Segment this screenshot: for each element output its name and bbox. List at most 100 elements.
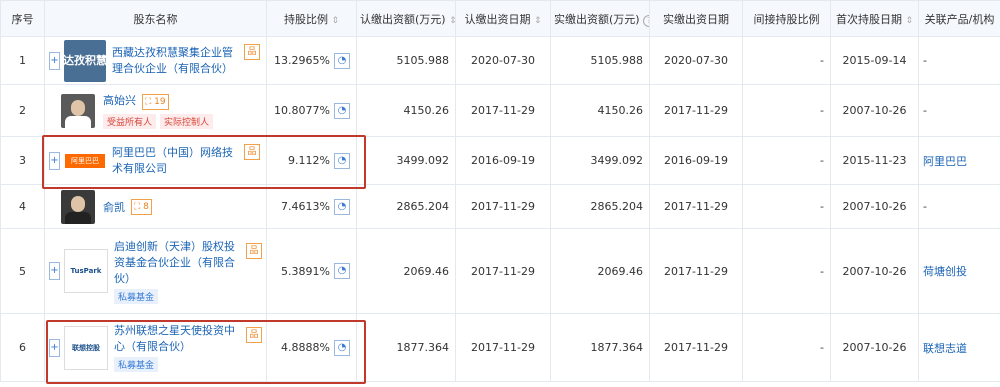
paid-amount-cell: 3499.092 <box>550 136 650 185</box>
sort-icon[interactable]: ⇕ <box>331 16 339 26</box>
expand-button[interactable]: + <box>49 262 60 280</box>
related-link[interactable]: 荷塘创投 <box>918 228 1000 314</box>
table-row: 4 俞凯 ⛶ 8 7.4613% ◔ 2865.204 2017-11-29 286… <box>0 184 1000 229</box>
sub-amount-cell: 2069.46 <box>356 228 456 314</box>
shareholder-table: 序号 股东名称 持股比例 ⇕ 认缴出资额(万元) ⇕ 认缴出资日期 ⇕ 实缴出资… <box>0 0 1000 382</box>
private-fund-tag: 私募基金 <box>114 288 159 304</box>
indirect-cell: - <box>742 184 831 229</box>
paid-amount-cell: 2069.46 <box>550 228 650 314</box>
header-paid-date[interactable]: 实缴出资日期 <box>649 0 743 37</box>
sort-icon[interactable]: ⇕ <box>534 16 542 26</box>
sub-amount-cell: 5105.988 <box>356 36 456 85</box>
row-index: 4 <box>0 184 45 229</box>
shareholder-name-link[interactable]: 阿里巴巴（中国）网络技术有限公司 <box>112 145 240 177</box>
company-logo: 阿里巴巴 <box>64 139 106 182</box>
shareholder-cell: + 阿里巴巴 阿里巴巴（中国）网络技术有限公司 品 <box>44 136 267 185</box>
paid-amount-cell: 4150.26 <box>550 84 650 137</box>
table-row: 6 + 联想控股 苏州联想之星天使投资中心（有限合伙） 私募基金 品 4.888… <box>0 313 1000 382</box>
header-sub-amount[interactable]: 认缴出资额(万元) ⇕ <box>356 0 456 37</box>
indirect-cell: - <box>742 228 831 314</box>
sub-amount-cell: 4150.26 <box>356 84 456 137</box>
sub-date-cell: 2016-09-19 <box>455 136 551 185</box>
sub-amount-cell: 2865.204 <box>356 184 456 229</box>
relation-count-badge[interactable]: ⛶ 8 <box>131 198 152 215</box>
first-date-cell: 2007-10-26 <box>830 184 919 229</box>
sort-icon[interactable]: ⇕ <box>449 16 454 26</box>
org-chart-icon[interactable]: 品 <box>246 327 262 343</box>
ratio-cell: 5.3891% ◔ <box>266 228 357 314</box>
header-name: 股东名称 <box>44 0 267 37</box>
ratio-cell: 7.4613% ◔ <box>266 184 357 229</box>
shareholder-name-link[interactable]: 高始兴 <box>103 94 136 107</box>
indirect-cell: - <box>742 84 831 137</box>
indirect-cell: - <box>742 313 831 382</box>
paid-amount-cell: 1877.364 <box>550 313 650 382</box>
avatar <box>61 93 95 128</box>
sub-amount-cell: 1877.364 <box>356 313 456 382</box>
company-logo: TusPark <box>64 249 108 293</box>
relation-count-badge[interactable]: ⛶ 19 <box>142 94 169 110</box>
expand-button[interactable]: + <box>49 51 60 70</box>
help-icon[interactable]: ? <box>643 14 649 27</box>
table-header-row: 序号 股东名称 持股比例 ⇕ 认缴出资额(万元) ⇕ 认缴出资日期 ⇕ 实缴出资… <box>0 0 1000 37</box>
pie-chart-icon[interactable]: ◔ <box>334 152 350 169</box>
shareholder-cell: + TusPark 启迪创新（天津）股权投资基金合伙企业（有限合伙） 私募基金 … <box>44 228 267 314</box>
indirect-cell: - <box>742 136 831 185</box>
beneficial-owner-badge: 受益所有人 <box>103 114 157 129</box>
shareholder-name-link[interactable]: 苏州联想之星天使投资中心（有限合伙） <box>114 323 242 355</box>
company-logo: 联想控股 <box>64 325 108 370</box>
related-link[interactable]: 阿里巴巴 <box>918 136 1000 185</box>
sub-date-cell: 2017-11-29 <box>455 84 551 137</box>
paid-date-cell: 2017-11-29 <box>649 184 743 229</box>
company-logo: 达孜积慧 <box>63 39 107 82</box>
pie-chart-icon[interactable]: ◔ <box>334 52 350 69</box>
first-date-cell: 2007-10-26 <box>830 84 919 137</box>
table-row: 3 + 阿里巴巴 阿里巴巴（中国）网络技术有限公司 品 9.112% ◔ 3499… <box>0 136 1000 185</box>
ratio-cell: 4.8888% ◔ <box>266 313 357 382</box>
paid-date-cell: 2017-11-29 <box>649 313 743 382</box>
shareholder-cell: 高始兴 ⛶ 19 受益所有人 实际控制人 <box>44 84 267 137</box>
first-date-cell: 2015-11-23 <box>830 136 919 185</box>
shareholder-cell: 俞凯 ⛶ 8 <box>44 184 267 229</box>
header-idx: 序号 <box>0 0 45 37</box>
row-index: 1 <box>0 36 45 85</box>
org-chart-icon[interactable]: 品 <box>246 242 262 259</box>
related-cell: - <box>918 84 1000 137</box>
sort-icon[interactable]: ⇕ <box>905 16 913 26</box>
org-chart-icon[interactable]: 品 <box>244 43 260 60</box>
header-sub-date[interactable]: 认缴出资日期 ⇕ <box>455 0 551 37</box>
first-date-cell: 2007-10-26 <box>830 228 919 314</box>
shareholder-name-link[interactable]: 启迪创新（天津）股权投资基金合伙企业（有限合伙） <box>114 239 242 287</box>
pie-chart-icon[interactable]: ◔ <box>334 263 350 279</box>
paid-date-cell: 2016-09-19 <box>649 136 743 185</box>
header-first-date[interactable]: 首次持股日期 ⇕ <box>830 0 919 37</box>
sub-date-cell: 2017-11-29 <box>455 228 551 314</box>
shareholder-name-link[interactable]: 俞凯 <box>103 199 125 215</box>
first-date-cell: 2007-10-26 <box>830 313 919 382</box>
first-date-cell: 2015-09-14 <box>830 36 919 85</box>
related-link[interactable]: 联想志道 <box>918 313 1000 382</box>
pie-chart-icon[interactable]: ◔ <box>334 339 350 356</box>
header-paid-amount[interactable]: 实缴出资额(万元) ? <box>550 0 650 37</box>
pie-chart-icon[interactable]: ◔ <box>334 198 350 215</box>
sub-date-cell: 2020-07-30 <box>455 36 551 85</box>
header-ratio[interactable]: 持股比例 ⇕ <box>266 0 357 37</box>
controller-badge: 实际控制人 <box>160 114 214 129</box>
org-chart-icon[interactable]: 品 <box>244 143 260 160</box>
paid-date-cell: 2017-11-29 <box>649 228 743 314</box>
shareholder-name-link[interactable]: 西藏达孜积慧聚集企业管理合伙企业（有限合伙） <box>112 45 240 77</box>
paid-amount-cell: 2865.204 <box>550 184 650 229</box>
row-index: 2 <box>0 84 45 137</box>
expand-button[interactable]: + <box>49 338 60 357</box>
pie-chart-icon[interactable]: ◔ <box>334 102 350 119</box>
row-index: 6 <box>0 313 45 382</box>
paid-date-cell: 2020-07-30 <box>649 36 743 85</box>
ratio-cell: 10.8077% ◔ <box>266 84 357 137</box>
table-row: 2 高始兴 ⛶ 19 受益所有人 实际控制人 10.8077% ◔ 4150.26 2… <box>0 84 1000 137</box>
row-index: 5 <box>0 228 45 314</box>
header-indirect: 间接持股比例 <box>742 0 831 37</box>
row-index: 3 <box>0 136 45 185</box>
expand-button[interactable]: + <box>49 151 60 170</box>
sub-date-cell: 2017-11-29 <box>455 184 551 229</box>
paid-amount-cell: 5105.988 <box>550 36 650 85</box>
